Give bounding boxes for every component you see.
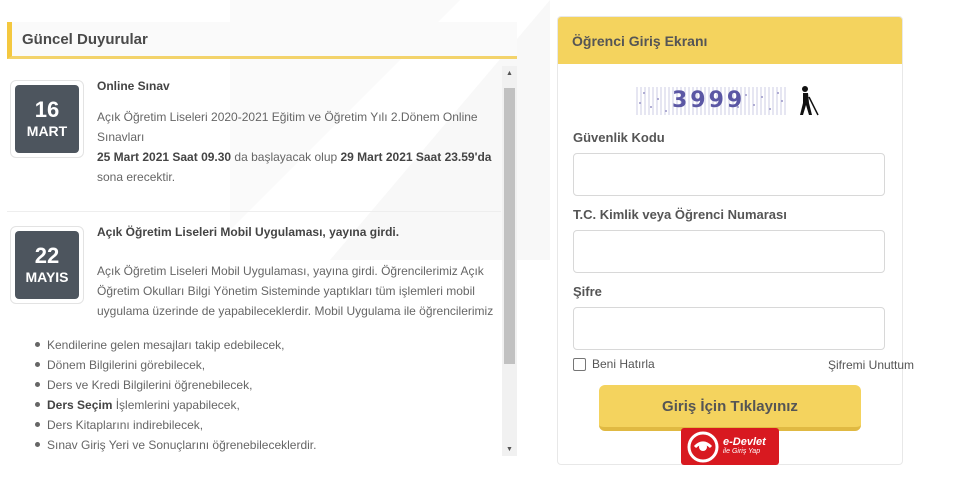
- announcements-list[interactable]: 16 MART Online Sınav Açık Öğretim Lisele…: [7, 66, 501, 458]
- list-item: Ders Kitaplarını indirebilecek,: [35, 415, 501, 435]
- accessibility-icon[interactable]: [794, 85, 820, 117]
- date-day: 22: [34, 243, 60, 268]
- announcement-dates-line: 25 Mart 2021 Saat 09.30 da başlayacak ol…: [97, 147, 501, 167]
- list-item: Dönem Bilgilerini görebilecek,: [35, 355, 501, 375]
- announcement-line: uygulama üzerinde de yapabileceklerdir. …: [97, 304, 494, 318]
- captcha-row: 3999: [636, 85, 820, 117]
- password-label: Şifre: [573, 284, 602, 299]
- id-input[interactable]: [573, 230, 885, 273]
- remember-checkbox[interactable]: [573, 357, 586, 371]
- feature-list: Kendilerine gelen mesajları takip edebil…: [7, 335, 501, 455]
- scroll-up-arrow-icon[interactable]: ▲: [502, 66, 517, 80]
- announcement-item: 16 MART Online Sınav Açık Öğretim Lisele…: [7, 66, 501, 212]
- mid-text: da başlayacak olup: [231, 150, 341, 164]
- date-day: 16: [34, 97, 60, 122]
- edevlet-sub-label: ile Giriş Yap: [723, 447, 761, 455]
- announcements-title: Güncel Duyurular: [7, 22, 517, 59]
- date-badge: 16 MART: [10, 80, 84, 158]
- login-button[interactable]: Giriş İçin Tıklayınız: [599, 385, 861, 431]
- list-item: Kendilerine gelen mesajları takip edebil…: [35, 335, 501, 355]
- date-badge: 22 MAYIS: [10, 226, 84, 304]
- scrollbar[interactable]: ▲ ▼: [502, 66, 517, 456]
- edevlet-logo-icon: [687, 431, 719, 462]
- bold-prefix: Ders Seçim: [47, 398, 113, 412]
- announcement-line: Açık Öğretim Liseleri 2020-2021 Eğitim v…: [97, 110, 478, 124]
- list-item: Ders ve Kredi Bilgilerini öğrenebilecek,: [35, 375, 501, 395]
- list-item-text: İşlemlerini yapabilecek,: [115, 398, 240, 412]
- login-title: Öğrenci Giriş Ekranı: [558, 17, 902, 64]
- date-month: MART: [26, 123, 68, 139]
- edevlet-login-button[interactable]: e-Devlet ile Giriş Yap: [681, 428, 779, 465]
- captcha-image: 3999: [636, 87, 786, 115]
- announcements-panel: Güncel Duyurular 16 MART Online Sınav Aç…: [7, 22, 517, 458]
- announcement-line: Öğretim Okulları Bilgi Yönetim Sistemind…: [97, 284, 475, 298]
- password-input[interactable]: [573, 307, 885, 350]
- scrollbar-thumb[interactable]: [504, 88, 515, 364]
- announcement-line: sona erecektir.: [97, 170, 176, 184]
- start-date-text: 25 Mart 2021 Saat 09.30: [97, 150, 232, 164]
- date-month: MAYIS: [25, 269, 69, 285]
- edevlet-text: e-Devlet ile Giriş Yap: [723, 435, 766, 457]
- login-panel: Öğrenci Giriş Ekranı 3999 Güvenlik Kodu …: [557, 16, 914, 465]
- id-label: T.C. Kimlik veya Öğrenci Numarası: [573, 207, 787, 222]
- announcement-line: Açık Öğretim Liseleri Mobil Uygulaması, …: [97, 264, 484, 278]
- remember-label[interactable]: Beni Hatırla: [592, 357, 655, 371]
- security-code-input[interactable]: [573, 153, 885, 196]
- list-item: Ders Seçim İşlemlerini yapabilecek,: [35, 395, 501, 415]
- announcement-item: 22 MAYIS Açık Öğretim Liseleri Mobil Uyg…: [7, 212, 501, 458]
- edevlet-label: e-Devlet: [723, 435, 766, 448]
- security-code-label: Güvenlik Kodu: [573, 130, 665, 145]
- scroll-down-arrow-icon[interactable]: ▼: [502, 442, 517, 456]
- end-date-text: 29 Mart 2021 Saat 23.59'da: [340, 150, 492, 164]
- captcha-text: 3999: [672, 88, 746, 113]
- list-item: Sınav Giriş Yeri ve Sonuçlarını öğrenebi…: [35, 435, 501, 455]
- announcement-title: Açık Öğretim Liseleri Mobil Uygulaması, …: [97, 225, 400, 239]
- announcement-title: Online Sınav: [97, 79, 170, 93]
- remember-row: Beni Hatırla: [573, 357, 655, 371]
- announcement-line: Sınavları: [97, 130, 145, 144]
- forgot-password-link[interactable]: Şifremi Unuttum: [828, 358, 914, 372]
